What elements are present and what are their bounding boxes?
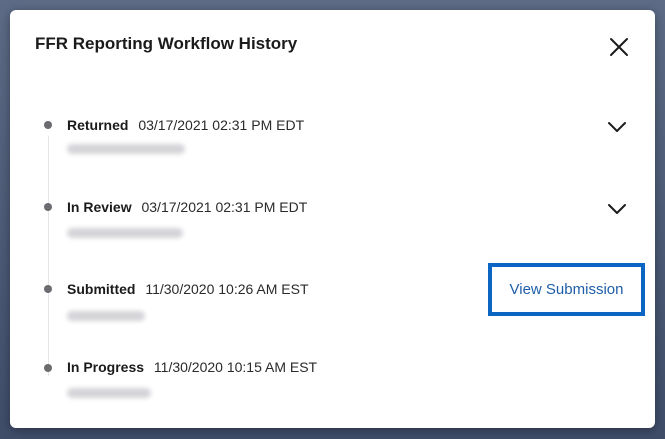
entry-timestamp: 03/17/2021 02:31 PM EDT [141, 199, 308, 215]
redacted-user-text [67, 144, 185, 154]
entry-status: Submitted [67, 281, 136, 297]
entry-status: Returned [67, 117, 129, 133]
redacted-user-text [67, 311, 145, 321]
timeline-dot [44, 285, 52, 293]
view-submission-button[interactable]: View Submission [488, 263, 645, 316]
entry-status: In Progress [67, 359, 145, 375]
chevron-down-icon[interactable] [606, 120, 628, 134]
dialog-title: FFR Reporting Workflow History [35, 34, 298, 53]
timeline-dot [44, 203, 52, 211]
entry-status: In Review [67, 199, 132, 215]
close-icon[interactable] [606, 34, 632, 60]
timeline-dot [44, 121, 52, 129]
entry-status-line: Returned 03/17/2021 02:31 PM EDT [67, 117, 304, 133]
entry-timestamp: 03/17/2021 02:31 PM EDT [138, 117, 305, 133]
entry-status-line: Submitted 11/30/2020 10:26 AM EST [67, 281, 309, 297]
chevron-down-icon[interactable] [606, 202, 628, 216]
entry-timestamp: 11/30/2020 10:15 AM EST [153, 359, 318, 375]
workflow-history-dialog: FFR Reporting Workflow History Returned … [10, 10, 655, 428]
workflow-entry-in-review: In Review 03/17/2021 02:31 PM EDT [10, 190, 655, 250]
timeline-dot [44, 364, 52, 372]
entry-timestamp: 11/30/2020 10:26 AM EST [145, 281, 309, 297]
timeline-connector [48, 136, 49, 376]
entry-status-line: In Progress 11/30/2020 10:15 AM EST [67, 359, 317, 375]
redacted-user-text [67, 228, 183, 238]
entry-status-line: In Review 03/17/2021 02:31 PM EDT [67, 199, 307, 215]
redacted-user-text [67, 388, 151, 398]
workflow-entry-in-progress: In Progress 11/30/2020 10:15 AM EST [10, 350, 655, 410]
workflow-entry-returned: Returned 03/17/2021 02:31 PM EDT [10, 108, 655, 168]
